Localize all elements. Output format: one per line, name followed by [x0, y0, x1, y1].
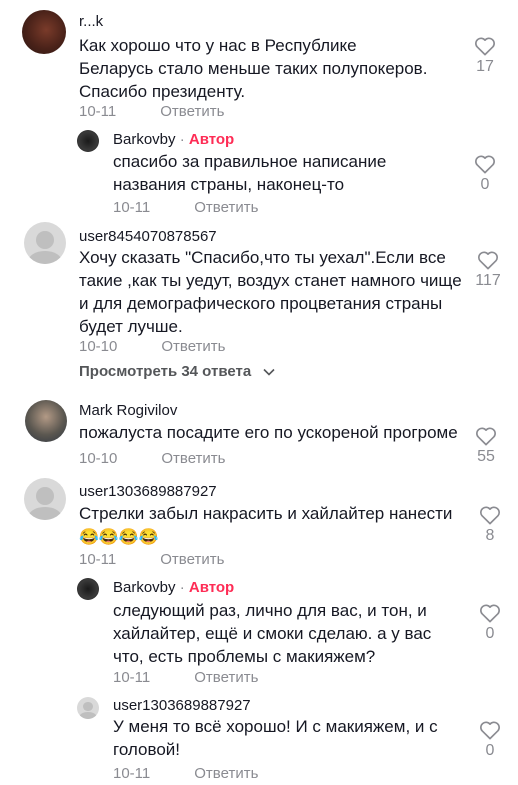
- avatar[interactable]: [25, 400, 67, 442]
- comment-date: 10-10: [79, 450, 118, 467]
- like-count: 0: [485, 742, 495, 759]
- comment-meta: 10-11 Ответить: [113, 765, 258, 782]
- comment-username[interactable]: user8454070878567: [79, 228, 217, 245]
- author-badge: Автор: [188, 579, 235, 596]
- avatar[interactable]: [77, 130, 99, 152]
- comment-text: У меня то всё хорошо! И с макияжем, и с …: [113, 717, 438, 759]
- comment-username-line: Barkovby · Автор: [113, 579, 234, 596]
- heart-outline-icon: [475, 37, 495, 56]
- heart-outline-icon: [480, 721, 500, 740]
- reply-button[interactable]: Ответить: [194, 765, 258, 782]
- comment-meta: 10-10 Ответить: [79, 450, 226, 467]
- reply-button[interactable]: Ответить: [161, 338, 225, 355]
- like-count: 0: [485, 625, 495, 642]
- heart-outline-icon: [475, 155, 495, 174]
- comment-text: пожалуста посадите его по ускореной прог…: [79, 423, 458, 442]
- laughing-emoji: 😂😂😂😂: [79, 529, 159, 546]
- separator: ·: [179, 579, 185, 596]
- comment-username[interactable]: user1303689887927: [79, 483, 217, 500]
- comment-meta: 10-11 Ответить: [79, 103, 224, 120]
- avatar[interactable]: [24, 478, 66, 520]
- comment-text: следующий раз, лично для вас, и тон, и х…: [113, 601, 432, 666]
- view-replies-label: Просмотреть 34 ответа: [79, 363, 252, 380]
- comment-text: Хочу сказать "Спасибо,что ты уехал".Если…: [79, 248, 462, 336]
- like-button[interactable]: 0: [470, 720, 510, 760]
- heart-outline-icon: [480, 506, 500, 525]
- like-button[interactable]: 0: [470, 603, 510, 643]
- comment-date: 10-10: [79, 338, 118, 355]
- reply-button[interactable]: Ответить: [160, 103, 224, 120]
- comment-text: спасибо за правильное написание названия…: [113, 152, 387, 194]
- comment-username[interactable]: Barkovby: [113, 579, 176, 596]
- comment-date: 10-11: [79, 551, 117, 568]
- comment-username-line: Barkovby · Автор: [113, 131, 234, 148]
- heart-outline-icon: [476, 427, 496, 446]
- comment-meta: 10-11 Ответить: [113, 669, 258, 686]
- comment-username[interactable]: r...k: [79, 13, 103, 30]
- reply-button[interactable]: Ответить: [160, 551, 224, 568]
- heart-outline-icon: [478, 251, 498, 270]
- like-button[interactable]: 0: [465, 154, 505, 194]
- chevron-down-icon: [263, 368, 275, 376]
- comment-username[interactable]: Mark Rogivilov: [79, 402, 177, 419]
- like-count: 8: [485, 527, 495, 544]
- avatar[interactable]: [77, 578, 99, 600]
- avatar[interactable]: [77, 697, 99, 719]
- comment-meta: 10-10 Ответить: [79, 338, 226, 355]
- comment-date: 10-11: [113, 669, 151, 686]
- comment-meta: 10-11 Ответить: [79, 551, 224, 568]
- like-button[interactable]: 8: [470, 505, 510, 545]
- comment-text-body: Стрелки забыл накрасить и хайлайтер нане…: [79, 504, 453, 523]
- like-count: 55: [477, 448, 495, 465]
- comment-username[interactable]: Barkovby: [113, 131, 176, 148]
- comment-date: 10-11: [113, 765, 151, 782]
- avatar[interactable]: [22, 10, 66, 54]
- like-count: 0: [480, 176, 490, 193]
- comment-text: Стрелки забыл накрасить и хайлайтер нане…: [79, 502, 464, 549]
- comment-date: 10-11: [79, 103, 117, 120]
- comment-meta: 10-11 Ответить: [113, 199, 258, 216]
- view-replies-button[interactable]: Просмотреть 34 ответа: [79, 363, 275, 380]
- like-button[interactable]: 17: [465, 36, 505, 76]
- reply-button[interactable]: Ответить: [194, 669, 258, 686]
- like-count: 117: [475, 272, 501, 289]
- like-button[interactable]: 55: [466, 426, 506, 466]
- like-button[interactable]: 117: [468, 250, 508, 290]
- comment-username[interactable]: user1303689887927: [113, 697, 251, 714]
- author-badge: Автор: [188, 131, 235, 148]
- heart-outline-icon: [480, 604, 500, 623]
- avatar[interactable]: [24, 222, 66, 264]
- like-count: 17: [476, 58, 494, 75]
- comment-date: 10-11: [113, 199, 151, 216]
- reply-button[interactable]: Ответить: [161, 450, 225, 467]
- reply-button[interactable]: Ответить: [194, 199, 258, 216]
- comment-text: Как хорошо что у нас в Республике Белару…: [79, 36, 428, 101]
- separator: ·: [179, 131, 185, 148]
